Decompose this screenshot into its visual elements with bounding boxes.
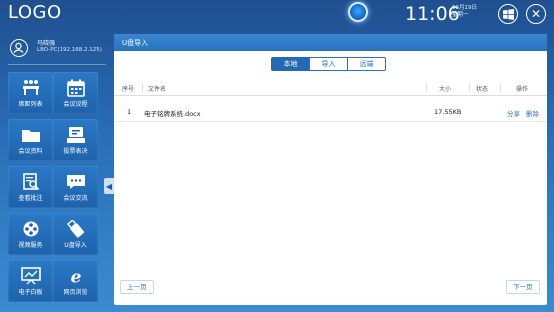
column-status: 状态 <box>476 86 489 93</box>
next-page-button[interactable]: 下一页 <box>506 280 540 294</box>
top-bar: LOGO 11:06 03月19日 星期一 ✕ <box>0 0 554 30</box>
tile-label: 投票表决 <box>63 148 88 155</box>
tile-meeting-docs[interactable]: 会议资料 <box>8 119 53 161</box>
tile-label: 会议议程 <box>63 101 88 108</box>
whiteboard-icon <box>20 267 41 285</box>
tile-label: 网页浏览 <box>63 289 88 296</box>
user-host: LBO-PC(192.168.2.125) <box>37 47 102 53</box>
column-divider <box>469 83 470 93</box>
tile-label: 查看批注 <box>18 195 43 202</box>
clock-date: 03月19日 星期一 <box>452 5 477 19</box>
tab-remote[interactable]: 远端 <box>347 57 386 71</box>
tab-import[interactable]: 导入 <box>309 57 348 71</box>
collapse-sidebar-button[interactable]: ◀ <box>104 178 114 194</box>
tile-web-browse[interactable]: e 网页浏览 <box>53 260 98 302</box>
svg-text:e: e <box>70 268 81 286</box>
column-size: 大小 <box>439 86 452 93</box>
delete-link[interactable]: 删除 <box>526 108 539 118</box>
status-orb-icon[interactable] <box>348 2 368 22</box>
usb-import-panel: U盘导入 本地 导入 远端 序号 文件名 大小 状态 操作 1 电子铭牌系统.d… <box>114 34 547 305</box>
row-size: 17.55KB <box>434 108 462 116</box>
vote-icon <box>66 127 85 143</box>
close-icon: ✕ <box>530 7 542 21</box>
people-list-icon <box>22 80 39 95</box>
tab-local[interactable]: 本地 <box>271 57 310 71</box>
source-tabs: 本地 导入 远端 <box>271 57 386 71</box>
row-index: 1 <box>127 108 132 116</box>
chevron-left-icon: ◀ <box>105 181 113 191</box>
tile-label: 视频服务 <box>18 242 43 249</box>
tile-view-annotations[interactable]: 查看批注 <box>8 166 53 208</box>
sidebar-divider <box>8 64 106 65</box>
column-divider <box>142 83 143 93</box>
folder-icon <box>21 130 40 142</box>
column-filename: 文件名 <box>148 86 167 93</box>
tile-label: U盘导入 <box>64 242 87 249</box>
browser-icon: e <box>70 268 81 286</box>
date-weekday: 星期一 <box>452 12 469 18</box>
user-info: 马晓强 LBO-PC(192.168.2.125) <box>8 36 108 62</box>
tile-label: 席距列表 <box>18 101 43 108</box>
film-reel-icon <box>23 221 38 237</box>
date-day: 03月19日 <box>452 5 477 11</box>
tile-label: 会议资料 <box>18 148 43 155</box>
share-link[interactable]: 分享 <box>507 108 520 118</box>
tile-seat-list[interactable]: 席距列表 <box>8 72 53 114</box>
avatar-icon <box>10 39 28 57</box>
prev-page-button[interactable]: 上一页 <box>120 280 154 294</box>
column-index: 序号 <box>122 86 135 93</box>
panel-title: U盘导入 <box>122 39 149 47</box>
table-row[interactable]: 1 电子铭牌系统.docx 17.55KB 分享 删除 <box>114 102 547 122</box>
tile-video-service[interactable]: 视频服务 <box>8 213 53 255</box>
calendar-icon <box>66 79 85 97</box>
panel-header: U盘导入 <box>114 34 547 51</box>
app-logo: LOGO <box>8 2 62 23</box>
tile-usb-import[interactable]: U盘导入 <box>53 213 98 255</box>
windows-icon <box>502 8 514 20</box>
tile-agenda[interactable]: 会议议程 <box>53 72 98 114</box>
close-button[interactable]: ✕ <box>526 4 546 24</box>
tile-whiteboard[interactable]: 电子白板 <box>8 260 53 302</box>
user-name: 马晓强 <box>37 40 56 47</box>
column-divider <box>500 83 501 93</box>
tile-label: 会议交流 <box>63 195 88 202</box>
windows-button[interactable] <box>498 4 518 24</box>
row-filename: 电子铭牌系统.docx <box>144 110 201 118</box>
column-divider <box>426 83 427 93</box>
tile-voting[interactable]: 投票表决 <box>53 119 98 161</box>
chat-icon <box>66 175 85 189</box>
annotation-view-icon <box>22 173 39 191</box>
column-action: 操作 <box>516 86 529 93</box>
tile-label: 电子白板 <box>18 289 43 296</box>
tile-meeting-chat[interactable]: 会议交流 <box>53 166 98 208</box>
table-header: 序号 文件名 大小 状态 操作 <box>114 79 547 96</box>
usb-import-icon <box>66 220 84 238</box>
